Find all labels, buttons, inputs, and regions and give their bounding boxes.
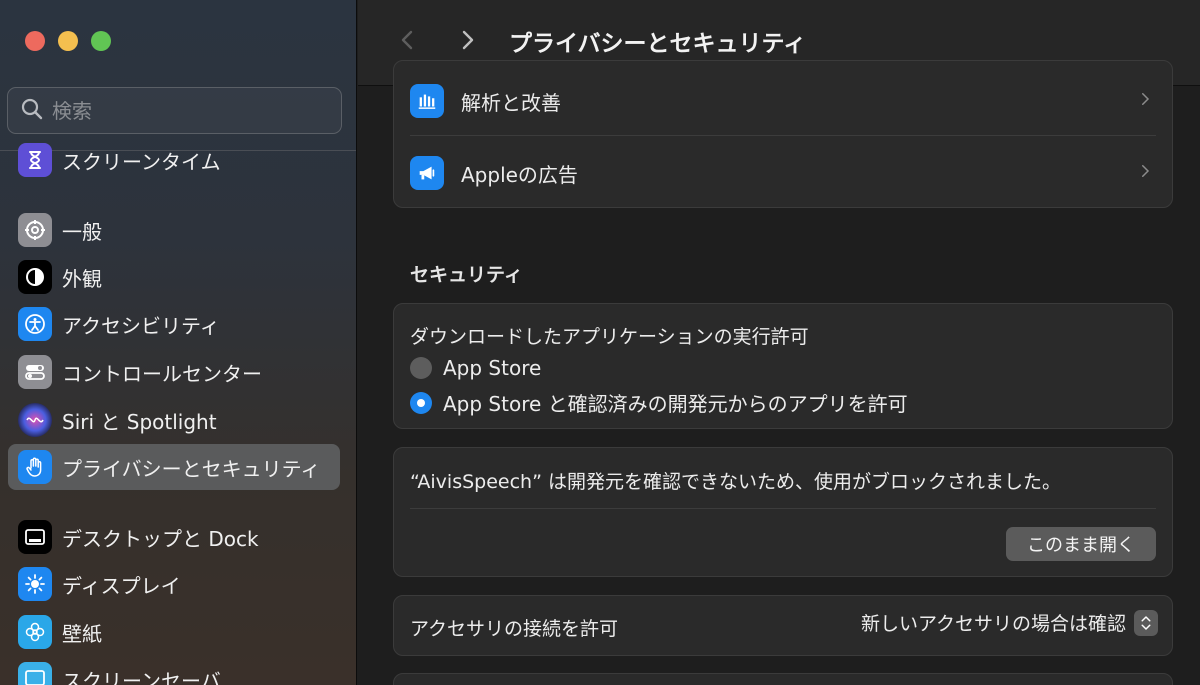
accessories-card: アクセサリの接続を許可 新しいアクセサリの場合は確認 bbox=[393, 595, 1173, 656]
sidebar-item-accessibility[interactable]: アクセシビリティ bbox=[8, 301, 340, 347]
radio-app-store-identified[interactable]: App Store と確認済みの開発元からのアプリを許可 bbox=[410, 388, 908, 417]
sidebar-item-general[interactable]: 一般 bbox=[8, 207, 340, 253]
radio-button[interactable] bbox=[410, 357, 432, 379]
megaphone-icon bbox=[410, 156, 444, 190]
forward-button[interactable] bbox=[453, 26, 481, 54]
siri-icon bbox=[18, 403, 52, 437]
sidebar-item-label: デスクトップと Dock bbox=[62, 526, 259, 551]
search-field[interactable] bbox=[7, 87, 342, 134]
sidebar-item-label: 外観 bbox=[62, 266, 102, 291]
sidebar-item-label: ディスプレイ bbox=[62, 573, 181, 598]
sidebar-item-screen-time[interactable]: スクリーンタイム bbox=[8, 137, 340, 183]
sidebar-item-label: 壁紙 bbox=[62, 621, 102, 646]
back-button[interactable] bbox=[394, 26, 422, 54]
sidebar-item-label: スクリーンセーバ bbox=[62, 668, 221, 685]
sidebar-item-screen-saver[interactable]: スクリーンセーバ bbox=[8, 656, 340, 685]
search-icon bbox=[20, 97, 44, 125]
accessories-label: アクセサリの接続を許可 bbox=[410, 618, 619, 640]
privacy-card: 解析と改善 Appleの広告 bbox=[393, 60, 1173, 208]
radio-label: App Store と確認済みの開発元からのアプリを許可 bbox=[443, 392, 908, 416]
accessories-popup[interactable]: 新しいアクセサリの場合は確認 bbox=[861, 609, 1158, 636]
sidebar-item-label: スクリーンタイム bbox=[62, 149, 221, 174]
page-title: プライバシーとセキュリティ bbox=[509, 31, 807, 57]
sidebar-item-label: アクセシビリティ bbox=[62, 313, 220, 338]
chevron-left-icon bbox=[401, 30, 413, 50]
sidebar-item-appearance[interactable]: 外観 bbox=[8, 254, 340, 300]
sidebar: スクリーンタイム 一般 外観 アクセシビリティ コントロールセンター Siri … bbox=[0, 0, 357, 685]
flower-icon bbox=[18, 615, 52, 649]
minimize-window-button[interactable] bbox=[58, 31, 78, 51]
chevron-up-down-icon bbox=[1134, 609, 1158, 636]
radio-button-selected[interactable] bbox=[410, 391, 432, 414]
accessibility-icon bbox=[18, 307, 52, 341]
sun-icon bbox=[18, 567, 52, 601]
window-controls bbox=[25, 31, 111, 51]
analytics-label: 解析と改善 bbox=[461, 90, 561, 115]
apple-ads-label: Appleの広告 bbox=[461, 162, 578, 187]
sidebar-item-siri-spotlight[interactable]: Siri と Spotlight bbox=[8, 397, 340, 443]
row-divider bbox=[410, 508, 1156, 509]
gear-icon bbox=[18, 213, 52, 247]
hourglass-icon bbox=[18, 143, 52, 177]
sidebar-item-desktop-dock[interactable]: デスクトップと Dock bbox=[8, 514, 340, 560]
next-card bbox=[393, 673, 1173, 685]
appearance-icon bbox=[18, 260, 52, 294]
sidebar-item-label: 一般 bbox=[62, 219, 102, 244]
open-anyway-button[interactable]: このまま開く bbox=[1006, 527, 1156, 561]
accessories-value: 新しいアクセサリの場合は確認 bbox=[860, 613, 1126, 635]
zoom-window-button[interactable] bbox=[91, 31, 111, 51]
dock-icon bbox=[18, 520, 52, 554]
screensaver-icon bbox=[18, 662, 52, 685]
sidebar-item-wallpaper[interactable]: 壁紙 bbox=[8, 609, 340, 655]
sidebar-item-label: Siri と Spotlight bbox=[62, 409, 217, 434]
sidebar-item-label: プライバシーとセキュリティ bbox=[62, 456, 321, 481]
sidebar-item-label: コントロールセンター bbox=[62, 361, 262, 386]
hand-icon bbox=[18, 450, 52, 484]
search-input[interactable] bbox=[52, 98, 312, 123]
close-window-button[interactable] bbox=[25, 31, 45, 51]
sidebar-item-privacy-security[interactable]: プライバシーとセキュリティ bbox=[8, 444, 340, 490]
analytics-row[interactable]: 解析と改善 bbox=[394, 83, 1172, 119]
sidebar-item-displays[interactable]: ディスプレイ bbox=[8, 561, 340, 607]
blocked-message: “AivisSpeech” は開発元を確認できないため、使用がブロックされました… bbox=[410, 471, 1061, 493]
chevron-right-icon bbox=[462, 30, 474, 50]
chevron-right-icon bbox=[1136, 90, 1154, 112]
blocked-app-card: “AivisSpeech” は開発元を確認できないため、使用がブロックされました… bbox=[393, 447, 1173, 577]
sidebar-item-control-center[interactable]: コントロールセンター bbox=[8, 349, 340, 395]
control-center-icon bbox=[18, 355, 52, 389]
security-heading: セキュリティ bbox=[410, 264, 523, 286]
apple-ads-row[interactable]: Appleの広告 bbox=[394, 155, 1172, 191]
radio-label: App Store bbox=[443, 356, 542, 380]
row-divider bbox=[410, 135, 1156, 136]
radio-app-store[interactable]: App Store bbox=[410, 356, 541, 380]
downloads-card: ダウンロードしたアプリケーションの実行許可 App Store App Stor… bbox=[393, 303, 1173, 429]
analytics-icon bbox=[410, 84, 444, 118]
downloads-title: ダウンロードしたアプリケーションの実行許可 bbox=[410, 326, 809, 348]
chevron-right-icon bbox=[1136, 162, 1154, 184]
